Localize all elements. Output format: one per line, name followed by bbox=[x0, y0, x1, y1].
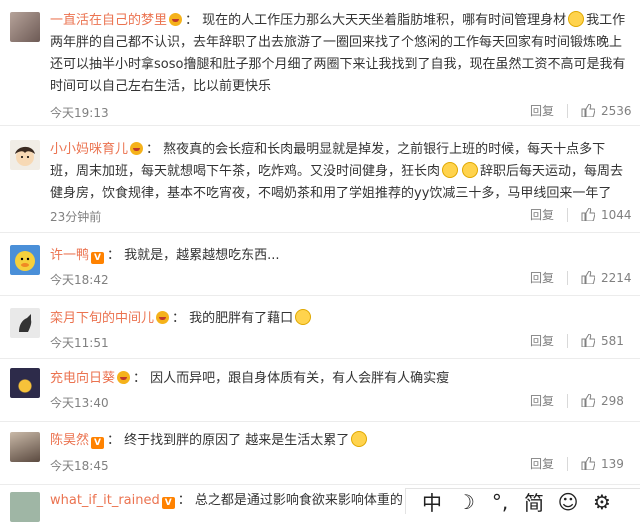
comment-item: 一直活在自己的梦里： 现在的人工作压力那么大天天坐着脂肪堆积，哪有时间管理身材我… bbox=[0, 0, 640, 126]
crown-badge-icon bbox=[117, 371, 131, 384]
thumbs-up-icon bbox=[581, 457, 595, 470]
thumbs-up-icon bbox=[581, 104, 595, 117]
like-button[interactable]: 2536 bbox=[567, 104, 640, 118]
comment-meta: 今天19:13 回复 2536 bbox=[50, 104, 640, 122]
comment-text: 总之都是通过影响食欲来影响体重的，管住嘴 bbox=[194, 493, 404, 508]
comment-item: 小小妈咪育儿： 熬夜真的会长痘和长肉最明显就是掉发，之前银行上班的时候，每天十点… bbox=[0, 127, 640, 233]
avatar[interactable] bbox=[10, 308, 40, 338]
duck-avatar-icon bbox=[15, 251, 35, 271]
avatar[interactable] bbox=[10, 12, 40, 42]
vip-badge-icon: V bbox=[161, 497, 175, 509]
comment-meta: 今天18:45 回复 139 bbox=[50, 457, 640, 475]
thumbs-up-icon bbox=[581, 208, 595, 221]
cat-face-emoji-icon bbox=[351, 431, 368, 447]
vip-badge-icon: V bbox=[91, 437, 105, 449]
ime-toolbar: 中 ☽ °, 简 ☺ ⚙ bbox=[405, 487, 640, 516]
comment-meta: 今天11:51 回复 581 bbox=[50, 334, 640, 352]
thumbs-up-icon bbox=[581, 334, 595, 347]
comment-text: 终于找到胖的原因了 越来是生活太累了 bbox=[124, 433, 350, 448]
reply-button[interactable]: 回复 bbox=[530, 332, 554, 349]
comment-time: 今天19:13 bbox=[50, 106, 109, 120]
crown-badge-icon bbox=[130, 142, 144, 155]
reply-button[interactable]: 回复 bbox=[530, 102, 554, 119]
like-count: 2214 bbox=[601, 271, 632, 285]
thumbs-up-icon bbox=[581, 394, 595, 407]
like-count: 1044 bbox=[601, 208, 632, 222]
username-link[interactable]: 陈昊然 bbox=[50, 433, 89, 448]
laugh-emoji-icon bbox=[568, 11, 585, 27]
comment-time: 23分钟前 bbox=[50, 210, 102, 224]
reply-button[interactable]: 回复 bbox=[530, 392, 554, 409]
dark-figure-avatar-icon bbox=[19, 314, 32, 332]
comment-text: 因人而异吧，跟自身体质有关，有人会胖有人确实瘦 bbox=[150, 371, 450, 386]
username-link[interactable]: 一直活在自己的梦里 bbox=[50, 13, 167, 28]
cat-face-emoji-icon bbox=[295, 309, 312, 325]
comment-meta: 今天13:40 回复 298 bbox=[50, 394, 640, 412]
reply-button[interactable]: 回复 bbox=[530, 269, 554, 286]
avatar[interactable] bbox=[10, 140, 40, 170]
comment-text: 现在的人工作压力那么大天天坐着脂肪堆积，哪有时间管理身材 bbox=[202, 13, 567, 28]
like-count: 298 bbox=[601, 394, 624, 408]
thumbs-up-icon bbox=[581, 271, 595, 284]
avatar[interactable] bbox=[10, 432, 40, 462]
emoji-icon[interactable]: ☺ bbox=[554, 490, 582, 514]
avatar[interactable] bbox=[10, 368, 40, 398]
crown-badge-icon bbox=[169, 13, 183, 26]
username-link[interactable]: 充电向日葵 bbox=[50, 371, 115, 386]
username-link[interactable]: 栾月下旬的中间儿 bbox=[50, 311, 154, 326]
vip-badge-icon: V bbox=[91, 252, 105, 264]
punctuation-button[interactable]: °, bbox=[486, 490, 514, 514]
like-button[interactable]: 1044 bbox=[567, 208, 640, 222]
comment-time: 今天18:45 bbox=[50, 459, 109, 473]
comment-item: 许一鸭 V： 我就是，越累越想吃东西... 今天18:42 回复 2214 bbox=[0, 234, 640, 296]
simplified-button[interactable]: 简 bbox=[520, 487, 548, 516]
like-button[interactable]: 581 bbox=[567, 334, 640, 348]
comment-meta: 23分钟前 回复 1044 bbox=[50, 208, 640, 226]
username-link[interactable]: 许一鸭 bbox=[50, 248, 89, 263]
like-button[interactable]: 2214 bbox=[567, 271, 640, 285]
chinese-mode-button[interactable]: 中 bbox=[418, 487, 446, 516]
avatar[interactable] bbox=[10, 492, 40, 522]
like-button[interactable]: 139 bbox=[567, 457, 640, 471]
comment-text: 我就是，越累越想吃东西... bbox=[124, 248, 280, 263]
moon-icon[interactable]: ☽ bbox=[452, 490, 480, 514]
comment-item: 充电向日葵： 因人而异吧，跟自身体质有关，有人会胖有人确实瘦 今天13:40 回… bbox=[0, 360, 640, 422]
cry-emoji-icon bbox=[442, 162, 459, 178]
like-count: 2536 bbox=[601, 104, 632, 118]
username-link[interactable]: what_if_it_rained bbox=[50, 493, 160, 508]
avatar[interactable] bbox=[10, 245, 40, 275]
comment-text: 我的肥胖有了藉口 bbox=[189, 311, 294, 326]
like-count: 139 bbox=[601, 457, 624, 471]
username-link[interactable]: 小小妈咪育儿 bbox=[50, 142, 128, 157]
comment-time: 今天11:51 bbox=[50, 336, 109, 350]
smile-emoji-icon bbox=[462, 162, 479, 178]
reply-button[interactable]: 回复 bbox=[530, 206, 554, 223]
comment-time: 今天13:40 bbox=[50, 396, 109, 410]
comment-time: 今天18:42 bbox=[50, 273, 109, 287]
comment-item: 陈昊然 V： 终于找到胖的原因了 越来是生活太累了 今天18:45 回复 139 bbox=[0, 423, 640, 485]
comment-meta: 今天18:42 回复 2214 bbox=[50, 271, 640, 289]
reply-button[interactable]: 回复 bbox=[530, 455, 554, 472]
like-button[interactable]: 298 bbox=[567, 394, 640, 408]
crown-badge-icon bbox=[156, 311, 170, 324]
like-count: 581 bbox=[601, 334, 624, 348]
gear-icon[interactable]: ⚙ bbox=[588, 490, 616, 514]
comment-item: 栾月下旬的中间儿： 我的肥胖有了藉口 今天11:51 回复 581 bbox=[0, 297, 640, 359]
cartoon-avatar-icon bbox=[15, 146, 35, 166]
